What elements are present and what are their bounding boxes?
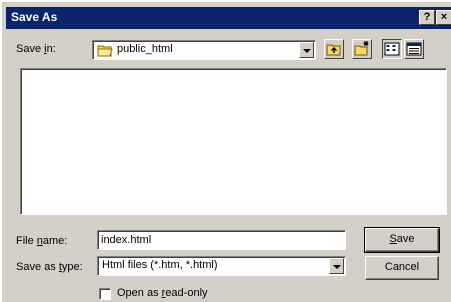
up-one-level-button[interactable] xyxy=(324,39,344,59)
save-as-type-label-part2: ype: xyxy=(61,261,83,273)
folder-icon xyxy=(97,45,113,57)
save-in-dropdown[interactable]: public_html xyxy=(92,40,316,60)
list-view-icon xyxy=(384,42,400,56)
save-as-type-label-part: Save as xyxy=(16,261,59,273)
create-new-folder-button[interactable] xyxy=(352,39,372,59)
save-as-type-value: Html files (*.htm, *.html) xyxy=(102,259,218,271)
read-only-label-part: Open as xyxy=(117,287,162,299)
file-list-pane[interactable] xyxy=(20,68,447,215)
read-only-checkbox[interactable] xyxy=(99,288,111,300)
save-in-value: public_html xyxy=(117,43,173,55)
save-in-dropdown-button[interactable] xyxy=(299,42,314,58)
dialog-title: Save As xyxy=(11,10,58,24)
cancel-button[interactable]: Cancel xyxy=(365,256,439,280)
chevron-down-icon xyxy=(303,49,311,53)
file-name-label-part2: ame: xyxy=(42,235,68,247)
save-as-type-dropdown[interactable]: Html files (*.htm, *.html) xyxy=(97,256,346,276)
save-as-type-label: Save as type: xyxy=(16,261,83,273)
save-in-label: Save in: xyxy=(16,43,56,55)
chevron-down-icon xyxy=(333,265,341,269)
details-view-button[interactable] xyxy=(404,39,424,59)
file-name-input[interactable] xyxy=(97,230,346,250)
save-button-accel: S xyxy=(389,233,397,245)
file-name-label: File name: xyxy=(16,235,67,247)
title-bar[interactable]: Save As ? × xyxy=(6,7,451,29)
save-as-type-dropdown-button[interactable] xyxy=(329,258,344,274)
details-view-icon xyxy=(406,42,422,56)
save-button-label: ave xyxy=(396,233,415,245)
list-view-button[interactable] xyxy=(382,39,402,59)
save-button[interactable]: Save xyxy=(364,227,440,253)
read-only-label[interactable]: Open as read-only xyxy=(117,287,208,299)
save-in-label-part: Save xyxy=(16,43,45,55)
save-in-label-part2: n: xyxy=(46,43,56,55)
create-new-folder-icon xyxy=(354,41,369,56)
up-one-level-icon xyxy=(326,44,341,56)
help-button[interactable]: ? xyxy=(419,10,435,25)
close-button[interactable]: × xyxy=(436,10,451,25)
save-as-dialog: Save As ? × Save in: public_html File na… xyxy=(0,0,451,302)
read-only-label-part2: ead-only xyxy=(165,287,208,299)
file-name-label-part: File xyxy=(16,235,37,247)
